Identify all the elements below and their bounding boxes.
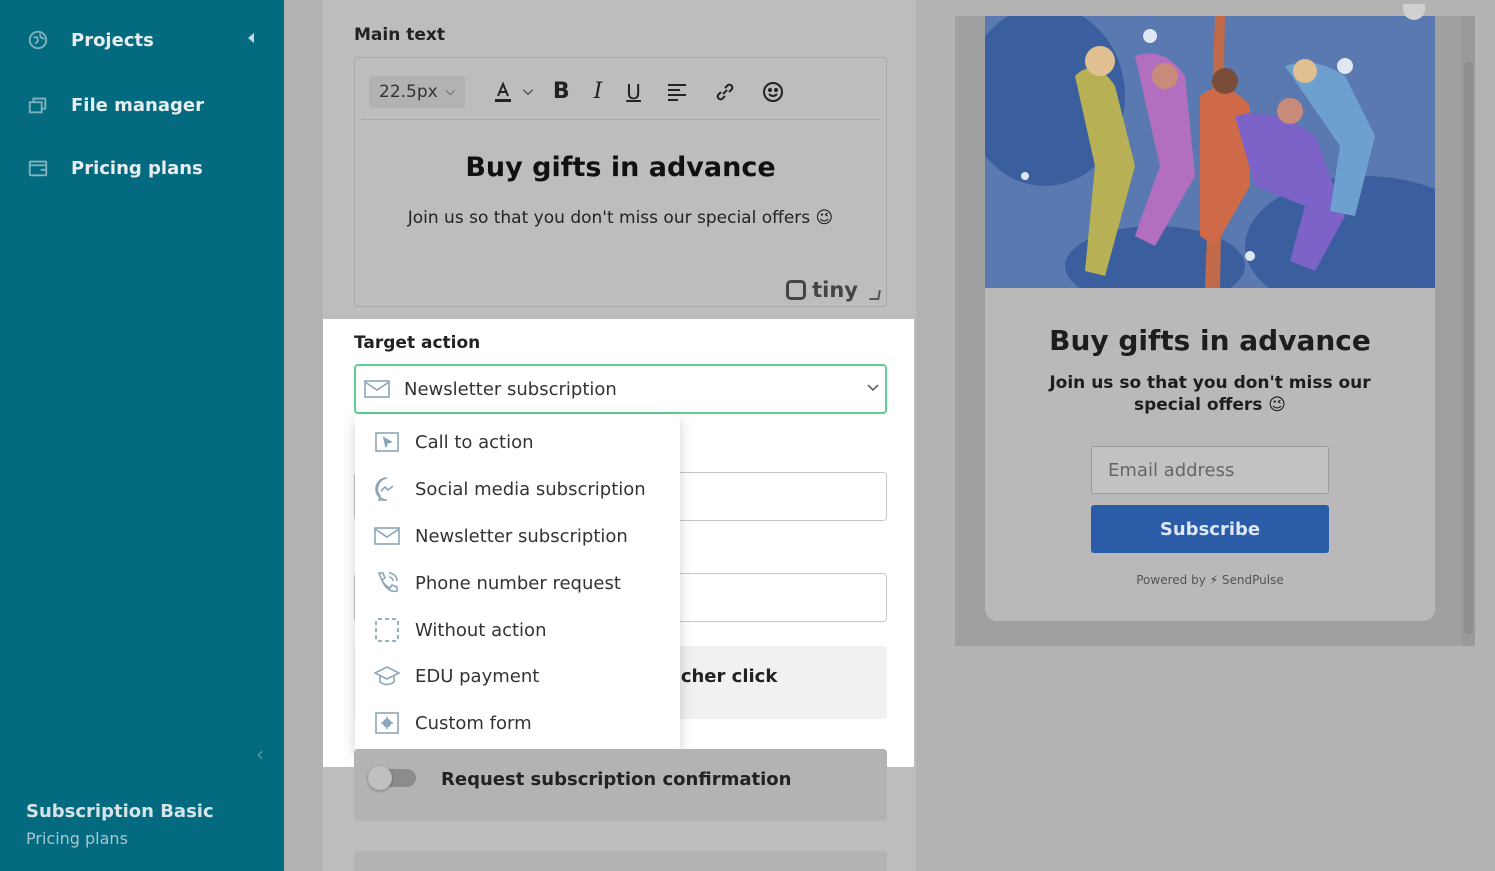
option-newsletter-subscription[interactable]: Newsletter subscription — [355, 514, 680, 558]
tiny-logo: tiny — [786, 278, 858, 302]
request-confirmation-toggle[interactable] — [368, 766, 416, 790]
preview-email-input[interactable]: Email address — [1091, 446, 1329, 494]
option-phone-number-request[interactable]: Phone number request — [355, 561, 680, 605]
rich-text-editor[interactable]: 22.5px ⌵ B I U Buy gifts in advance Join… — [354, 57, 887, 307]
graduation-cap-icon — [373, 662, 401, 690]
settings-row — [354, 851, 887, 871]
option-without-action[interactable]: Without action — [355, 608, 680, 652]
option-label: Call to action — [415, 431, 534, 453]
text-color-icon — [494, 80, 511, 102]
sidebar-item-file-manager[interactable]: File manager — [26, 93, 204, 117]
link-icon[interactable] — [713, 80, 737, 104]
mail-icon — [373, 522, 401, 550]
underline-icon[interactable]: U — [626, 80, 641, 104]
emoji-icon[interactable] — [761, 80, 785, 104]
toggle-knob — [368, 766, 392, 790]
cursor-icon — [373, 428, 401, 456]
target-action-value: Newsletter subscription — [404, 378, 617, 400]
sidebar-item-label: File manager — [71, 94, 204, 116]
gear-form-icon — [373, 709, 401, 737]
preview-text: Join us so that you don't miss our speci… — [1049, 373, 1371, 415]
sidebar-item-projects[interactable]: Projects — [26, 28, 154, 52]
sidebar-item-pricing-plans[interactable]: Pricing plans — [26, 156, 203, 180]
chevron-down-icon: ⌵ — [445, 84, 455, 98]
powered-by[interactable]: Powered by ⚡ SendPulse — [985, 573, 1435, 587]
main-text-label: Main text — [354, 25, 445, 45]
target-action-dropdown: Call to action Social media subscription… — [355, 415, 680, 752]
italic-icon[interactable]: I — [594, 79, 603, 104]
dashed-square-icon — [373, 616, 401, 644]
preview-title: Buy gifts in advance — [1049, 324, 1371, 357]
option-custom-form[interactable]: Custom form — [355, 701, 680, 745]
bold-icon[interactable]: B — [553, 79, 570, 104]
powered-by-label: Powered by — [1136, 573, 1206, 587]
option-label: Without action — [415, 619, 547, 641]
chevron-down-icon — [867, 384, 879, 392]
brand-name: SendPulse — [1221, 573, 1284, 587]
font-size-value: 22.5px — [379, 81, 438, 102]
align-icon[interactable] — [665, 80, 689, 104]
people-illustration — [985, 16, 1435, 288]
editor-body[interactable]: Join us so that you don't miss our speci… — [355, 208, 886, 228]
tiny-logo-icon — [786, 280, 807, 300]
resize-handle-icon[interactable] — [869, 290, 881, 300]
text-color-button[interactable] — [491, 80, 535, 104]
tiny-brand: tiny — [812, 278, 858, 302]
popup-preview: Buy gifts in advance Join us so that you… — [985, 16, 1435, 621]
preview-subscribe-button[interactable]: Subscribe — [1091, 505, 1329, 553]
editor-heading[interactable]: Buy gifts in advance — [355, 152, 886, 183]
hero-illustration — [985, 16, 1435, 288]
editor-toolbar: 22.5px ⌵ B I U — [361, 64, 880, 120]
bolt-icon: ⚡ — [1209, 573, 1219, 587]
sidebar-item-label: Projects — [71, 29, 154, 51]
messenger-icon — [373, 475, 401, 503]
option-label: Social media subscription — [415, 478, 646, 500]
chevron-down-icon — [522, 88, 533, 95]
font-size-select[interactable]: 22.5px ⌵ — [369, 75, 465, 108]
phone-icon — [373, 569, 401, 597]
plan-title: Subscription Basic — [26, 801, 214, 822]
collapse-caret-icon[interactable] — [248, 33, 254, 43]
chevron-left-icon[interactable]: ‹ — [256, 742, 264, 766]
target-action-select[interactable]: Newsletter subscription — [354, 364, 887, 414]
folder-icon — [26, 93, 50, 117]
preview-scroll-thumb[interactable] — [1464, 62, 1473, 634]
wallet-icon — [26, 156, 50, 180]
option-label: Custom form — [415, 712, 532, 734]
option-edu-payment[interactable]: EDU payment — [355, 654, 680, 698]
option-label: EDU payment — [415, 665, 540, 687]
request-confirmation-label: Request subscription confirmation — [441, 769, 792, 790]
option-label: Newsletter subscription — [415, 525, 628, 547]
option-call-to-action[interactable]: Call to action — [355, 420, 680, 464]
sidebar: Projects File manager Pricing plans ‹ Su… — [0, 0, 284, 871]
option-social-media-subscription[interactable]: Social media subscription — [355, 467, 680, 511]
target-action-label: Target action — [354, 333, 481, 353]
mail-icon — [364, 380, 390, 398]
sidebar-item-label: Pricing plans — [71, 157, 203, 179]
plan-subtitle[interactable]: Pricing plans — [26, 829, 128, 848]
launcher-click-label: ncher click — [668, 666, 778, 687]
option-label: Phone number request — [415, 572, 621, 594]
globe-icon — [26, 28, 50, 52]
